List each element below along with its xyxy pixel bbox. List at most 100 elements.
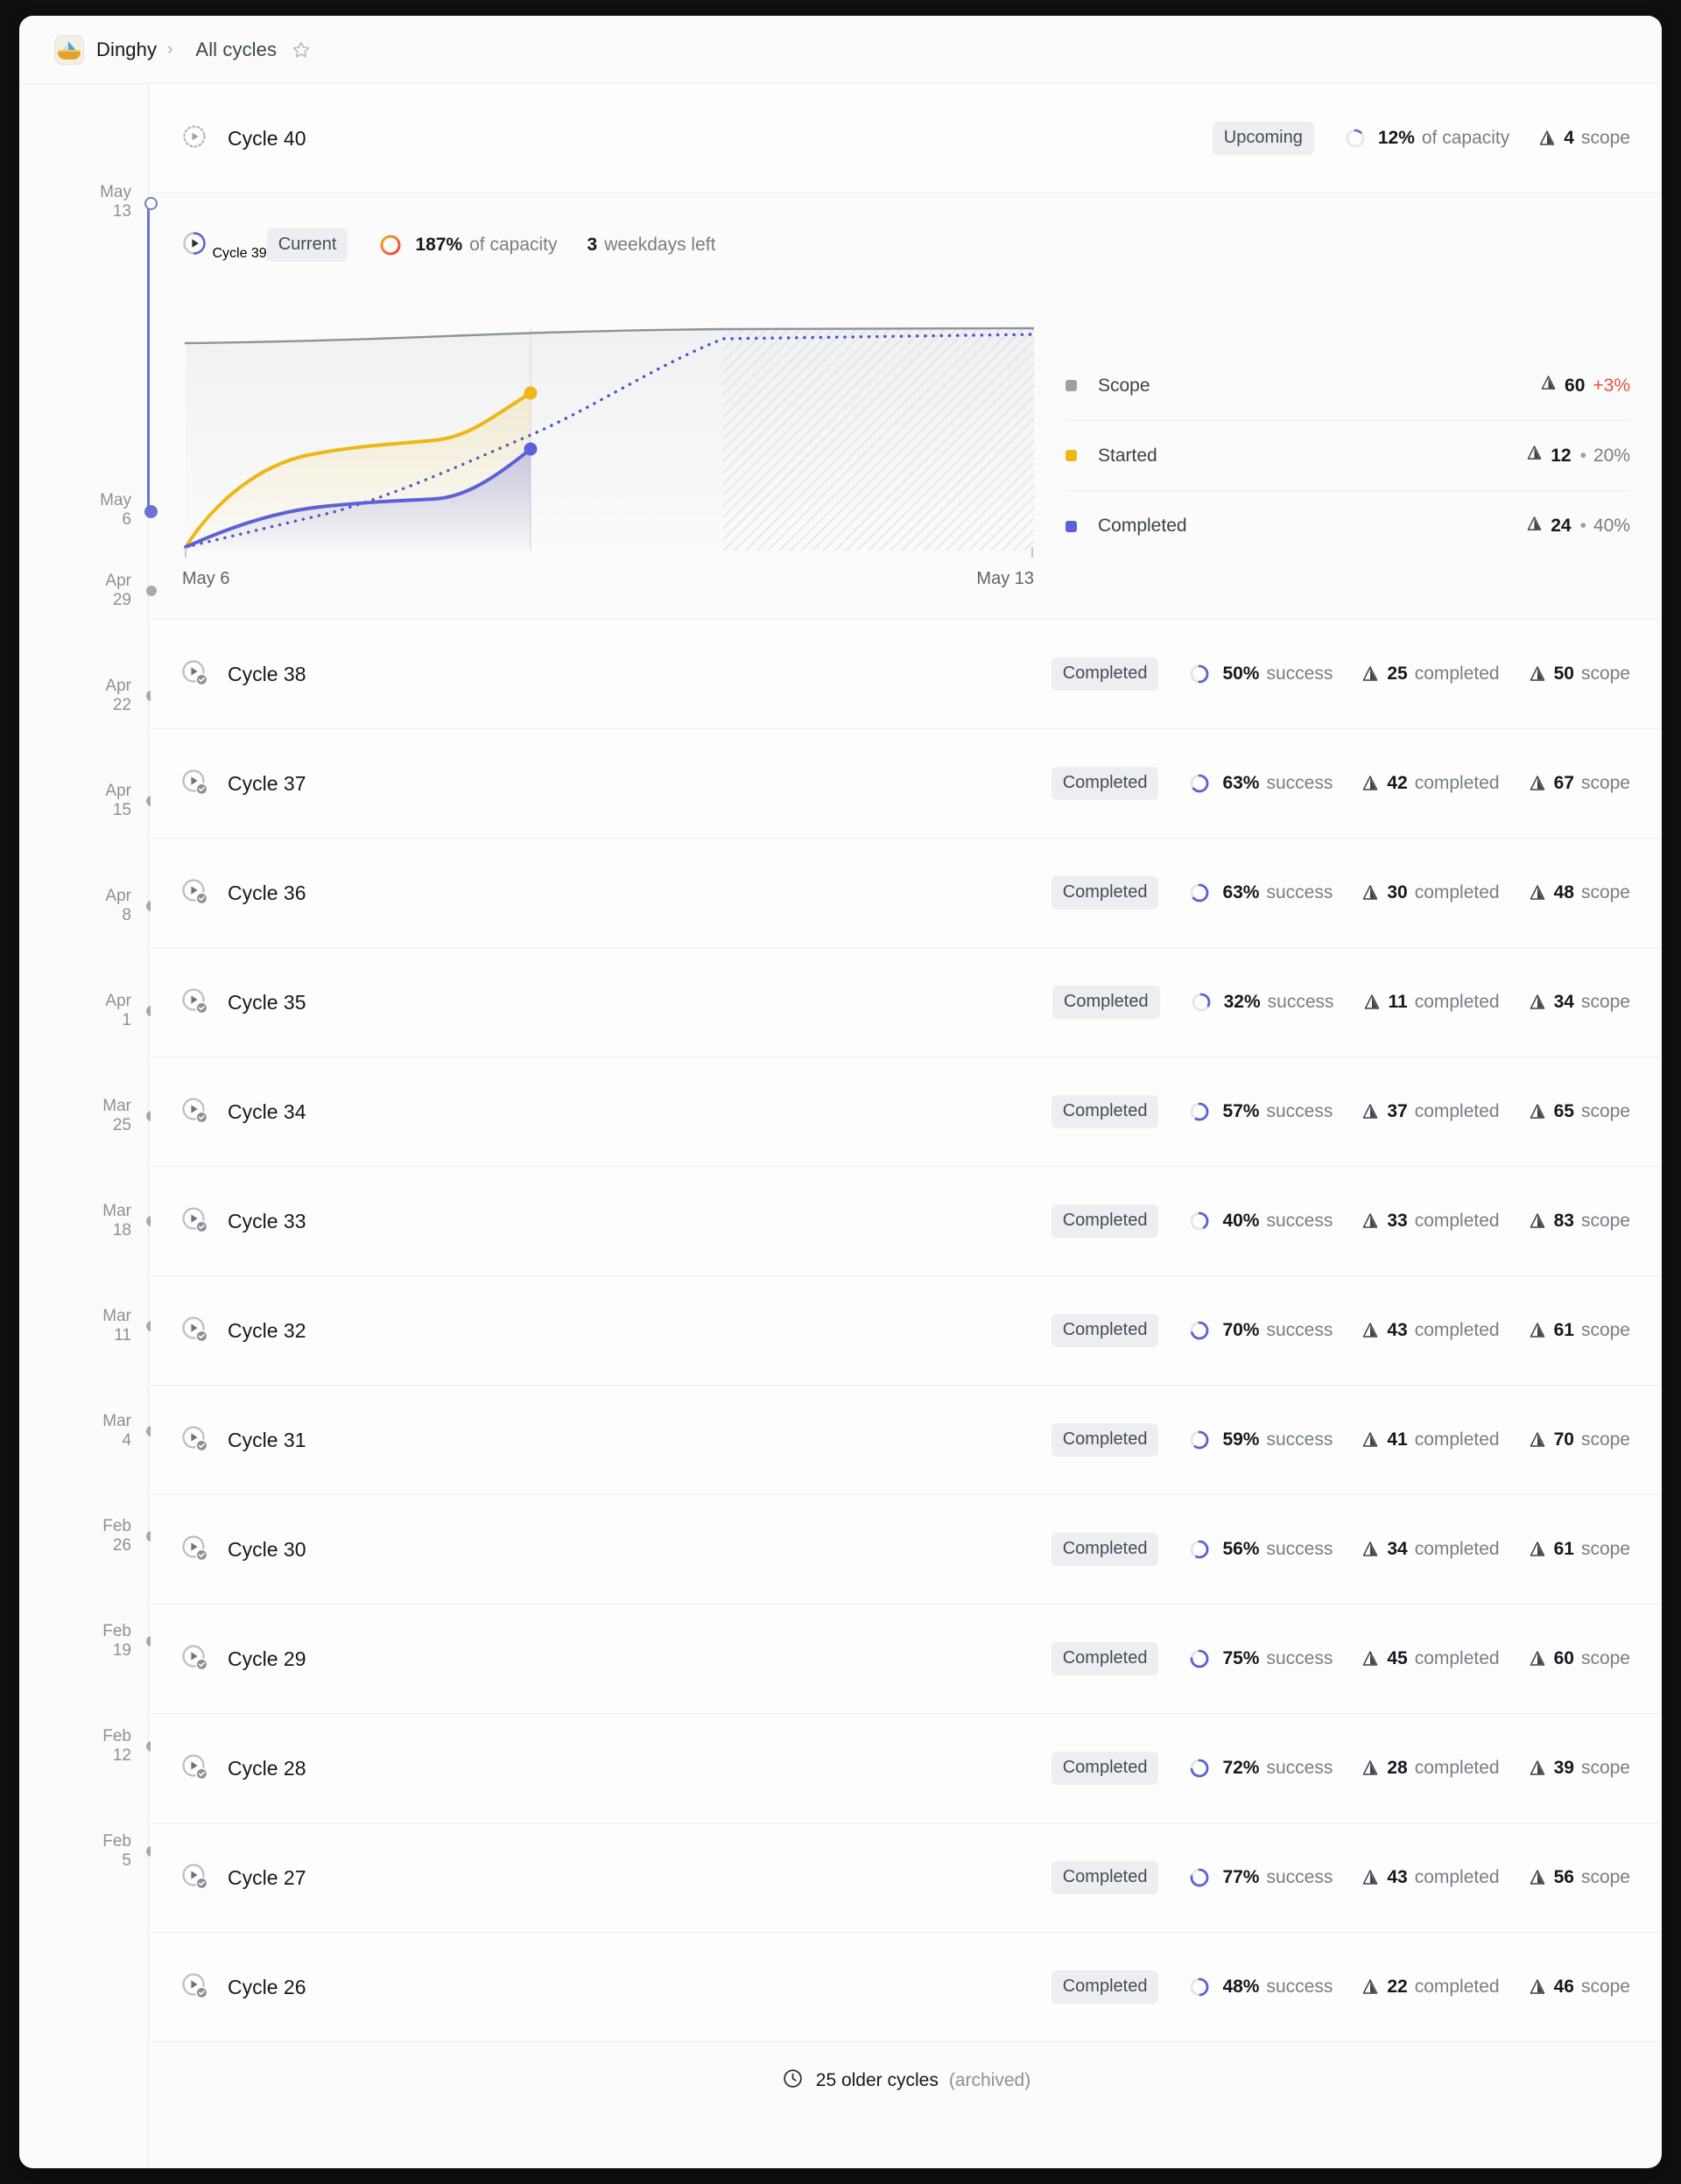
star-icon[interactable]	[291, 39, 312, 60]
app-body: May13May6Apr29Apr22Apr15Apr8Apr1Mar25Mar…	[19, 84, 1662, 2168]
table-row[interactable]: Cycle 33Completed40%success33completed83…	[151, 1167, 1662, 1276]
scope-value: 70	[1554, 1429, 1574, 1450]
success-metric: 59%success	[1188, 1429, 1333, 1451]
scope-triangle-icon	[1362, 665, 1378, 683]
success-value: 40%	[1222, 1211, 1259, 1232]
timeline-day: 25	[102, 1116, 131, 1135]
legend-value: 24 • 40%	[1527, 516, 1630, 537]
scope-triangle-icon	[1530, 994, 1545, 1011]
success-metric: 57%success	[1188, 1100, 1333, 1123]
success-metric: 70%success	[1188, 1319, 1333, 1342]
timeline-day: 15	[105, 801, 131, 820]
scope-triangle-icon	[1530, 1978, 1545, 1996]
completed-value: 34	[1387, 1539, 1407, 1560]
timeline-month: Apr	[105, 887, 131, 906]
cycle-metrics: Completed57%success37completed65scope	[1052, 1095, 1630, 1128]
success-label: success	[1266, 1211, 1333, 1232]
cycle-metrics: Upcoming 12% of capacity	[1213, 122, 1630, 155]
success-ring-icon	[1188, 663, 1211, 685]
scope-triangle-icon	[1527, 445, 1542, 467]
completed-label: completed	[1415, 1758, 1500, 1779]
completed-metric: 43completed	[1362, 1320, 1499, 1341]
capacity-metric: 187% of capacity	[377, 232, 557, 258]
legend-item[interactable]: Completed 24 • 40%	[1066, 491, 1630, 561]
cycle-completed-icon	[180, 1205, 208, 1238]
scope-metric: 70scope	[1530, 1429, 1630, 1450]
table-row[interactable]: Cycle 27Completed77%success43completed56…	[151, 1823, 1662, 1933]
completed-metric: 37completed	[1362, 1101, 1499, 1122]
table-row[interactable]: Cycle 35Completed32%success11completed34…	[151, 948, 1662, 1057]
breadcrumb-project[interactable]: Dinghy	[96, 39, 157, 61]
success-metric: 63%success	[1188, 881, 1333, 904]
legend-item[interactable]: Started 12 • 20%	[1066, 421, 1630, 491]
table-row[interactable]: Cycle 38Completed50%success25completed50…	[151, 620, 1662, 729]
scope-metric: 46scope	[1530, 1977, 1630, 1998]
legend-percent: 20%	[1593, 446, 1630, 467]
completed-label: completed	[1415, 1648, 1500, 1669]
success-ring-icon	[1188, 1866, 1211, 1889]
status-badge: Current	[267, 228, 348, 262]
scope-triangle-icon	[1364, 994, 1380, 1011]
burnup-chart: May 6 May 13	[180, 313, 1034, 584]
status-badge: Completed	[1052, 1861, 1159, 1894]
legend-value: 12 • 20%	[1527, 445, 1630, 467]
archived-cycles-footer[interactable]: 25 older cycles (archived)	[151, 2042, 1662, 2119]
timeline-month: Feb	[102, 1832, 131, 1851]
table-row[interactable]: Cycle 26Completed48%success22completed46…	[151, 1933, 1662, 2042]
table-row[interactable]: Cycle 31Completed59%success41completed70…	[151, 1386, 1662, 1495]
table-row[interactable]: Cycle 36Completed63%success30completed48…	[151, 839, 1662, 948]
completed-label: completed	[1415, 773, 1500, 794]
cycle-row-current[interactable]: Cycle 39 Current 187%	[151, 193, 1662, 297]
timeline-day: 11	[102, 1326, 131, 1345]
success-label: success	[1266, 1429, 1333, 1450]
timeline-date-label: Feb5	[102, 1832, 131, 1871]
table-row[interactable]: Cycle 37Completed63%success42completed67…	[151, 729, 1662, 839]
completed-label: completed	[1415, 1977, 1500, 1998]
scope-metric: 56scope	[1530, 1867, 1630, 1888]
cycle-name: Cycle 37	[228, 772, 306, 796]
cycle-name: Cycle 30	[228, 1538, 306, 1562]
completed-endpoint	[524, 443, 538, 456]
capacity-label: of capacity	[469, 235, 557, 256]
timeline-day: 19	[102, 1641, 131, 1661]
cycle-name: Cycle 39	[212, 246, 266, 261]
status-badge: Completed	[1052, 876, 1159, 909]
capacity-metric: 12% of capacity	[1344, 127, 1509, 150]
cycle-name: Cycle 34	[228, 1100, 306, 1124]
table-row[interactable]: Cycle 34Completed57%success37completed65…	[151, 1057, 1662, 1167]
completed-metric: 43completed	[1362, 1867, 1499, 1888]
table-row[interactable]: Cycle 28Completed72%success28completed39…	[151, 1714, 1662, 1823]
timeline-date-label: May13	[100, 183, 131, 222]
legend-item[interactable]: Scope 60 +3%	[1066, 351, 1630, 421]
scope-triangle-icon	[1362, 884, 1378, 902]
capacity-value: 12%	[1378, 128, 1415, 149]
completed-metric: 22completed	[1362, 1977, 1499, 1998]
scope-metric: 65scope	[1530, 1101, 1630, 1122]
success-label: success	[1266, 1320, 1333, 1341]
completed-label: completed	[1415, 882, 1500, 903]
table-row[interactable]: Cycle 30Completed56%success34completed61…	[151, 1495, 1662, 1605]
completed-label: completed	[1415, 1101, 1500, 1122]
success-value: 77%	[1222, 1867, 1259, 1888]
cycle-row-upcoming[interactable]: Cycle 40 Upcoming 12% of capacity	[151, 84, 1662, 193]
scope-value: 60	[1554, 1648, 1574, 1669]
scope-label: scope	[1581, 1211, 1630, 1232]
completed-metric: 34 completed	[1362, 1539, 1499, 1560]
success-label: success	[1266, 773, 1333, 794]
success-label: success	[1266, 1758, 1333, 1779]
scope-metric: 4 scope	[1539, 128, 1630, 149]
timeline-month: Mar	[102, 1412, 131, 1431]
chart-x-end-label: May 13	[976, 569, 1034, 589]
scope-label: scope	[1581, 1648, 1630, 1669]
scope-label: scope	[1581, 128, 1630, 149]
scope-triangle-icon	[1362, 1103, 1378, 1120]
legend-count: 12	[1551, 446, 1571, 467]
completed-metric: 42completed	[1362, 773, 1499, 794]
table-row[interactable]: Cycle 32Completed70%success43completed61…	[151, 1276, 1662, 1386]
scope-metric: 83scope	[1530, 1211, 1630, 1232]
completed-label: completed	[1415, 1539, 1500, 1560]
table-row[interactable]: Cycle 29Completed75%success45completed60…	[151, 1605, 1662, 1714]
chart-legend: Scope 60 +3% Started	[1066, 313, 1630, 584]
breadcrumb-page[interactable]: All cycles	[195, 39, 277, 61]
completed-label: completed	[1415, 1211, 1500, 1232]
